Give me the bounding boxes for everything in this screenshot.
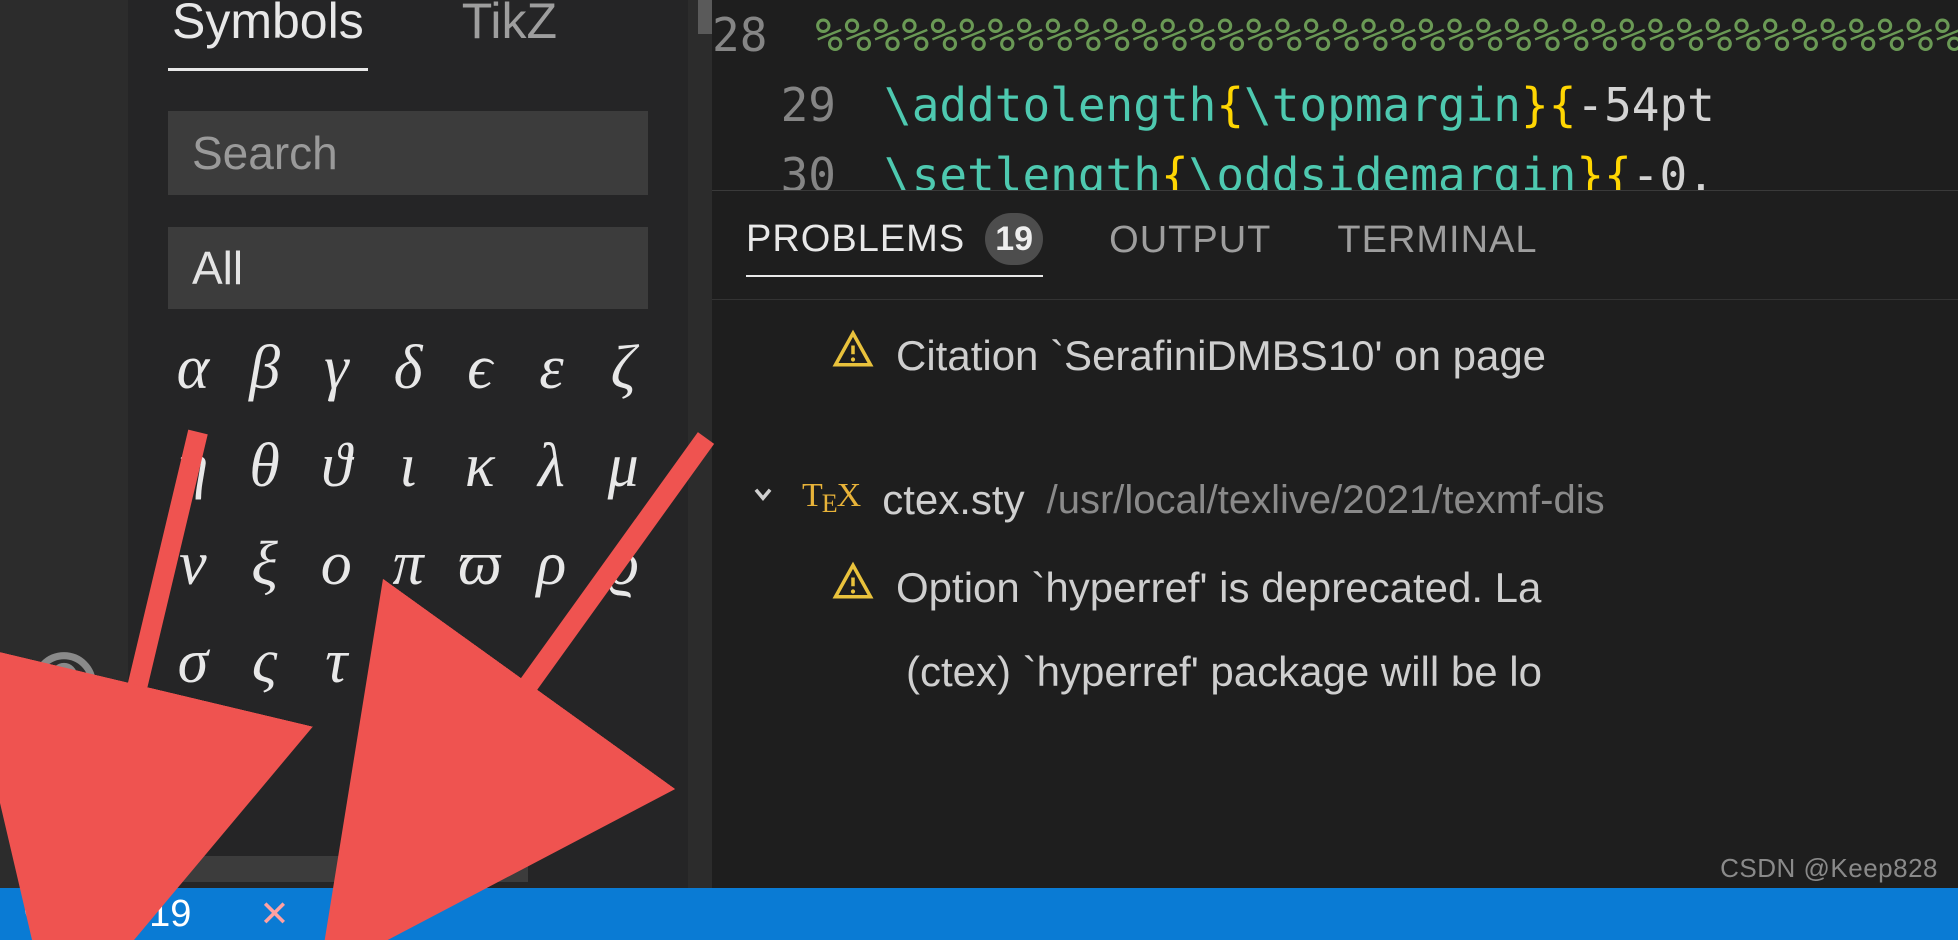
symbol-item[interactable]: π <box>373 533 443 595</box>
tab-terminal[interactable]: TERMINAL <box>1337 219 1537 272</box>
symbol-item[interactable]: κ <box>445 435 515 497</box>
code-comment: %%%%%%%%%%%%%%%%%%%%%%%%%%%%%%%%%%%%%%%%… <box>815 8 1958 62</box>
problem-item[interactable]: Option `hyperref' is deprecated. La <box>746 546 1958 630</box>
symbol-item[interactable]: γ <box>301 337 371 399</box>
bottom-panel: PROBLEMS 19 OUTPUT TERMINAL Citation `Se… <box>712 190 1958 888</box>
code-line: 28 %%%%%%%%%%%%%%%%%%%%%%%%%%%%%%%%%%%%%… <box>712 0 1958 70</box>
symbol-item[interactable]: μ <box>588 435 658 497</box>
settings-gear-icon[interactable] <box>30 785 98 858</box>
symbol-item[interactable]: ϖ <box>445 533 515 595</box>
latex-side-panel: Symbols TikZ Search All α β γ δ ϵ ε ζ η … <box>128 0 688 888</box>
symbol-item[interactable]: ϵ <box>445 337 515 399</box>
problem-message: (ctex) `hyperref' package will be lo <box>906 630 1542 714</box>
symbol-item[interactable]: ξ <box>230 533 300 595</box>
symbol-item[interactable]: α <box>158 337 228 399</box>
symbol-item[interactable]: ϱ <box>588 533 658 595</box>
symbol-item[interactable]: ν <box>158 533 228 595</box>
problem-item[interactable]: Citation `SerafiniDMBS10' on page <box>746 314 1958 398</box>
problem-file-path: /usr/local/texlive/2021/texmf-dis <box>1047 458 1605 542</box>
bottom-panel-tabs: PROBLEMS 19 OUTPUT TERMINAL <box>712 191 1958 300</box>
problem-item-continuation: (ctex) `hyperref' package will be lo <box>746 630 1958 714</box>
problems-list: Citation `SerafiniDMBS10' on page TEX ct… <box>712 300 1958 714</box>
problems-count-badge: 19 <box>985 213 1043 265</box>
code-line: 29 \addtolength{\topmargin}{-54pt <box>712 70 1958 140</box>
code-editor[interactable]: 28 %%%%%%%%%%%%%%%%%%%%%%%%%%%%%%%%%%%%%… <box>712 0 1958 220</box>
code-arg: -54pt <box>1576 78 1714 132</box>
symbol-category-label: All <box>192 241 243 295</box>
symbol-item[interactable]: ι <box>373 435 443 497</box>
warning-icon <box>832 546 874 630</box>
status-bar: 0 19 ✕ <box>0 888 1958 940</box>
symbol-item[interactable]: ς <box>230 631 300 693</box>
symbol-panel-scrollbar[interactable] <box>168 856 528 882</box>
chevron-down-icon <box>746 458 780 542</box>
symbol-search-input[interactable]: Search <box>168 111 648 195</box>
close-icon[interactable]: ✕ <box>259 893 289 935</box>
watermark: CSDN @Keep828 <box>1720 853 1938 884</box>
tex-file-icon: TEX <box>802 454 860 546</box>
problem-message: Citation `SerafiniDMBS10' on page <box>896 314 1546 398</box>
status-errors[interactable]: 0 <box>22 891 89 937</box>
symbol-item[interactable]: λ <box>517 435 587 497</box>
minimap-marker <box>698 0 712 34</box>
error-count: 0 <box>68 893 89 936</box>
search-placeholder: Search <box>192 126 338 180</box>
symbol-item[interactable]: ρ <box>517 533 587 595</box>
symbol-item[interactable]: ο <box>301 533 371 595</box>
tab-tikz[interactable]: TikZ <box>458 0 561 71</box>
symbol-item[interactable]: β <box>230 337 300 399</box>
tab-symbols[interactable]: Symbols <box>168 0 368 71</box>
line-number: 29 <box>712 70 884 140</box>
panel-divider[interactable] <box>688 0 712 888</box>
problem-file-name: ctex.sty <box>882 458 1024 542</box>
symbol-item[interactable]: η <box>158 435 228 497</box>
warning-icon <box>103 891 139 937</box>
code-arg: \topmargin <box>1244 78 1521 132</box>
symbol-item[interactable]: σ <box>158 631 228 693</box>
tab-problems[interactable]: PROBLEMS 19 <box>746 213 1043 277</box>
tab-label: PROBLEMS <box>746 218 965 261</box>
accounts-icon[interactable] <box>30 650 98 723</box>
code-command: \addtolength <box>884 78 1216 132</box>
status-warnings[interactable]: 19 <box>103 891 191 937</box>
problem-file-group[interactable]: TEX ctex.sty /usr/local/texlive/2021/tex… <box>746 454 1958 546</box>
error-icon <box>22 891 58 937</box>
symbol-item[interactable]: ζ <box>588 337 658 399</box>
symbol-category-select[interactable]: All <box>168 227 648 309</box>
problem-message: Option `hyperref' is deprecated. La <box>896 546 1541 630</box>
symbol-item[interactable]: τ <box>301 631 371 693</box>
warning-icon <box>832 314 874 398</box>
side-panel-tabs: Symbols TikZ <box>128 0 688 79</box>
symbol-grid: α β γ δ ϵ ε ζ η θ ϑ ι κ λ μ ν ξ ο π ϖ ρ … <box>158 337 658 693</box>
line-number: 28 <box>712 0 815 70</box>
symbol-item[interactable]: ε <box>517 337 587 399</box>
tab-output[interactable]: OUTPUT <box>1109 219 1271 272</box>
symbol-item[interactable]: θ <box>230 435 300 497</box>
warning-count: 19 <box>149 893 191 936</box>
symbol-item[interactable]: δ <box>373 337 443 399</box>
symbol-item[interactable]: ϑ <box>301 435 371 497</box>
activity-bar <box>0 0 128 888</box>
